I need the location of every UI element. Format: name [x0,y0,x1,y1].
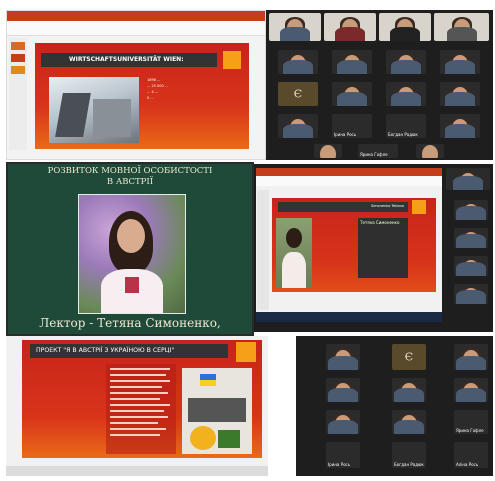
participant-tile: Ірина Рось [332,114,372,138]
slide-canvas: WIRTSCHAFTSUNIVERSITÄT WIEN: 1898 ... ..… [35,43,249,149]
participant-tile [434,13,489,41]
participant-name: Богдан Радюк [394,462,424,467]
participant-tile: Ірина Рось [326,442,360,468]
slide-text-box: Тетяна Симоненко [358,218,408,278]
participant-tile [392,378,426,402]
participant-tile [416,144,444,158]
participant-initial-tile: Є [278,82,318,106]
participant-tile [386,82,426,106]
taskbar [6,466,268,476]
participant-tile [314,144,342,158]
participant-name: Ярина Гофле [360,152,388,157]
slide-portrait [276,218,312,288]
slide-title-bar: ПРОЕКТ "Я В АВСТРІЇ З УКРАЇНОЮ В СЕРЦІ" [30,344,228,358]
slide-collage-image [182,368,252,454]
lecture-title: РОЗВИТОК МОВНОЇ ОСОБИСТОСТІ В АВСТРІЇ [47,166,213,187]
project-title: ПРОЕКТ "Я В АВСТРІЇ З УКРАЇНОЮ В СЕРЦІ" [36,347,175,354]
participant-name: Ярина Гофле [456,428,484,433]
participant-tile [440,50,480,74]
ppt-ribbon [256,168,442,176]
participant-tile [392,410,426,434]
ppt-thumbnails-pane [257,190,269,310]
participant-tile [454,344,488,370]
slide-title: WIRTSCHAFTSUNIVERSITÄT WIEN: [69,56,184,63]
participant-tile [446,168,490,190]
taskbar [256,312,442,322]
slide-name-label: Тетяна Симоненко [360,220,400,225]
participant-tile [454,256,488,276]
participant-tile [454,228,488,248]
participant-tile: Ярина Гофле [454,410,488,434]
slide-accent-square [223,51,241,69]
slide-building-photo [49,77,139,143]
ppt-toolbar [256,176,442,186]
participant-tile [278,50,318,74]
shared-screen: Simonenko Tetiana Тетяна Симоненко [256,168,442,322]
participant-initial-tile: Є [392,344,426,370]
lecturer-caption: Лектор - Тетяна Симоненко, [39,316,221,330]
participant-tile: Аліна Рось [454,442,488,468]
participant-tile [454,200,488,220]
participant-name: Богдан Радюк [388,132,418,137]
slide-title-bar: WIRTSCHAFTSUNIVERSITÄT WIEN: [41,53,217,67]
screenshot-top-right: Є Ірина Рось Богдан Радюк Ярина Гофле [266,10,493,160]
participant-tile [324,13,376,41]
participant-name: Аліна Рось [456,462,479,467]
participant-tile [332,50,372,74]
slide-notes: 1898 ... ... 25 000 ... ... 4 ... 5 ... [147,78,169,100]
screenshot-bottom-left: ПРОЕКТ "Я В АВСТРІЇ З УКРАЇНОЮ В СЕРЦІ" [6,336,268,476]
lecture-card: РОЗВИТОК МОВНОЇ ОСОБИСТОСТІ В АВСТРІЇ Ле… [6,162,254,336]
participant-tile [326,344,360,370]
participant-tile [332,82,372,106]
screenshot-middle-right: Simonenko Tetiana Тетяна Симоненко [254,164,493,332]
slide-small-label: Simonenko Tetiana [370,204,404,208]
slide-text-box [106,364,176,454]
participant-tile [454,284,488,304]
ppt-toolbar [7,21,265,36]
participant-tile [440,114,480,138]
participant-tile [326,378,360,402]
slide-canvas: ПРОЕКТ "Я В АВСТРІЇ З УКРАЇНОЮ В СЕРЦІ" [22,340,262,458]
participant-tile: Ярина Гофле [358,144,398,158]
participant-tile: Богдан Радюк [386,114,426,138]
participant-tile [326,410,360,434]
participant-tile: Богдан Радюк [392,442,426,468]
ppt-ribbon [7,11,265,21]
ppt-thumbnails-pane [9,38,27,150]
participant-initial: Є [293,87,303,101]
lecturer-photo [78,194,186,314]
participant-initial: Є [404,350,414,364]
participant-tile [454,378,488,402]
slide-canvas: Simonenko Tetiana Тетяна Симоненко [272,198,436,292]
participant-tile [386,50,426,74]
participant-name: Ірина Рось [334,132,357,137]
participant-name: Ірина Рось [328,462,351,467]
participant-tile [379,13,431,41]
screenshot-top-left: WIRTSCHAFTSUNIVERSITÄT WIEN: 1898 ... ..… [6,10,266,160]
participant-tile [269,13,321,41]
slide-title-bar: Simonenko Tetiana [278,202,408,212]
participant-tile [278,114,318,138]
participant-tile [440,82,480,106]
screenshot-bottom-right: Є Ярина Гофле Ірина Рось Богдан Радюк Ал… [296,336,493,476]
